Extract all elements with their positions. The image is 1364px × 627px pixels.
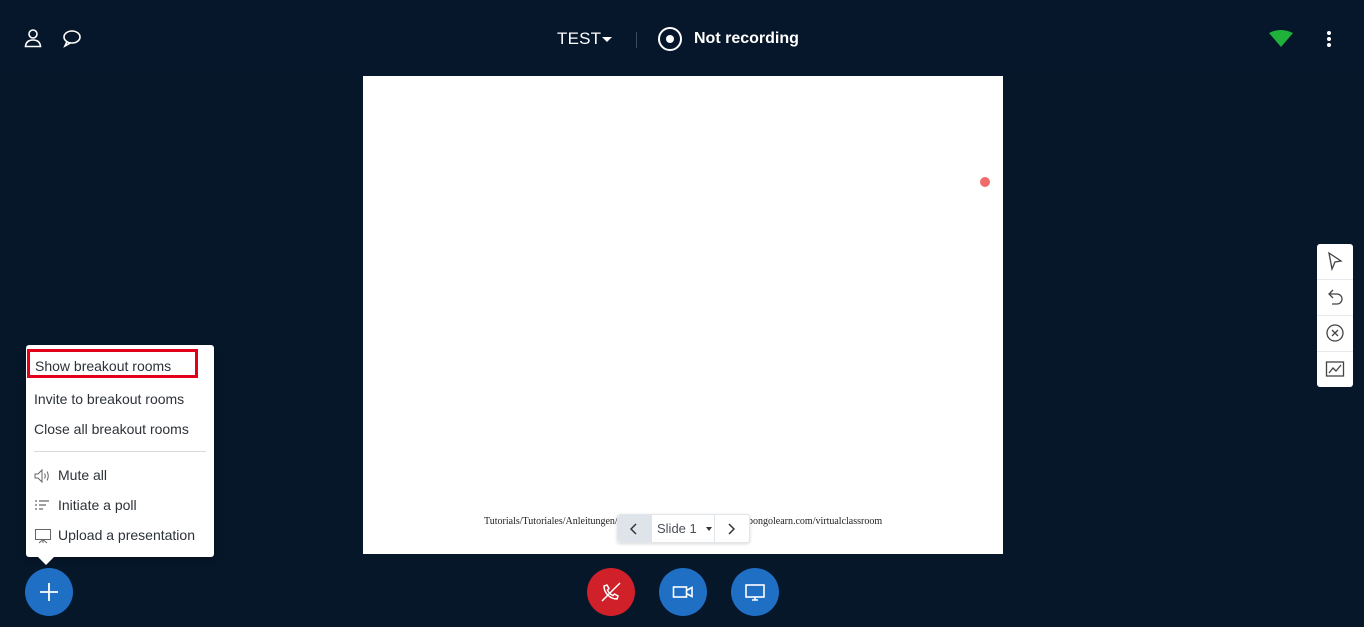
slide-select[interactable]: Slide 1: [654, 515, 714, 542]
poll-icon: [34, 498, 52, 514]
clear-annotations-icon: [1326, 324, 1344, 342]
video-camera-icon: [672, 586, 693, 598]
connection-signal-icon[interactable]: [1268, 30, 1294, 53]
slide-select-label: Slide 1: [657, 521, 697, 536]
menu-item-upload-presentation[interactable]: Upload a presentation: [34, 527, 204, 545]
menu-item-mute-all[interactable]: Mute all: [34, 467, 204, 485]
caret-down-icon: [706, 527, 712, 531]
menu-divider: [34, 451, 206, 452]
menu-item-initiate-poll[interactable]: Initiate a poll: [34, 497, 204, 515]
cursor-pointer-dot: [980, 177, 990, 187]
slide-footer-text-left: Tutorials/Tutoriales/Anleitungen/: [484, 516, 618, 527]
chevron-right-icon: [728, 523, 735, 535]
presentation-slide[interactable]: Tutorials/Tutoriales/Anleitungen/ bongol…: [363, 76, 1003, 554]
menu-item-label: Initiate a poll: [58, 497, 137, 513]
record-icon[interactable]: [658, 27, 682, 51]
menu-item-show-breakout-rooms[interactable]: Show breakout rooms: [27, 349, 198, 378]
user-icon[interactable]: [23, 28, 43, 48]
screen-share-icon: [745, 584, 765, 601]
next-slide-button[interactable]: [714, 515, 749, 542]
slide-footer-text-right: bongolearn.com/virtualclassroom: [748, 516, 883, 527]
pointer-tool-button[interactable]: [1317, 244, 1353, 280]
menu-item-invite-to-breakout-rooms[interactable]: Invite to breakout rooms: [34, 391, 184, 407]
top-bar: TEST Not recording: [0, 0, 1364, 76]
actions-menu: Show breakout rooms Invite to breakout r…: [26, 345, 214, 565]
plus-icon: [40, 583, 58, 601]
undo-button[interactable]: [1317, 280, 1353, 316]
annotation-toolbar: [1317, 244, 1353, 387]
menu-item-label: Mute all: [58, 467, 108, 483]
undo-icon: [1328, 289, 1343, 305]
slide-navigation: Slide 1: [617, 514, 750, 543]
more-options-icon[interactable]: [1320, 29, 1338, 49]
chat-icon[interactable]: [62, 28, 82, 48]
clear-annotations-button[interactable]: [1317, 316, 1353, 352]
meeting-title[interactable]: TEST: [557, 29, 601, 49]
hang-up-icon: [601, 582, 621, 602]
pointer-tool-icon: [1328, 251, 1343, 271]
multi-user-whiteboard-icon: [1325, 361, 1345, 377]
share-screen-button[interactable]: [731, 568, 779, 616]
header-divider: [636, 32, 637, 48]
chevron-down-icon[interactable]: [602, 37, 612, 42]
speaker-icon: [34, 468, 52, 484]
leave-audio-button[interactable]: [587, 568, 635, 616]
share-webcam-button[interactable]: [659, 568, 707, 616]
menu-item-label: Show breakout rooms: [35, 358, 172, 374]
multi-user-whiteboard-button[interactable]: [1317, 352, 1353, 387]
previous-slide-button[interactable]: [618, 515, 652, 542]
recording-status[interactable]: Not recording: [694, 30, 799, 48]
menu-item-label: Upload a presentation: [58, 527, 195, 543]
presentation-icon: [34, 528, 52, 544]
menu-item-close-all-breakout-rooms[interactable]: Close all breakout rooms: [34, 421, 189, 437]
actions-button[interactable]: [25, 568, 73, 616]
chevron-left-icon: [630, 523, 637, 535]
